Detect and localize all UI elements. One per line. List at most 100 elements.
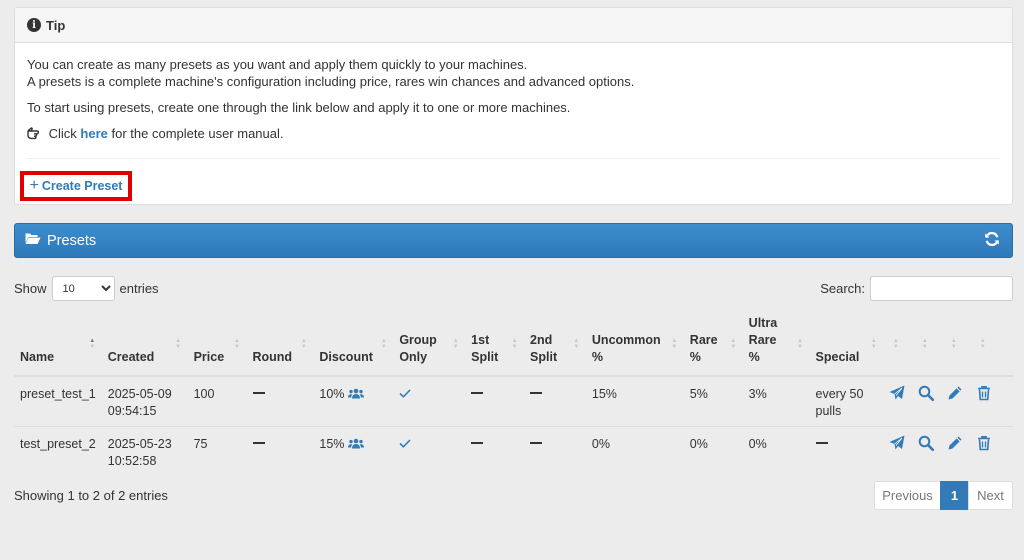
next-button[interactable]: Next: [968, 481, 1013, 510]
cell-uncommon: 0%: [585, 426, 684, 476]
pagination: Previous 1 Next: [874, 481, 1013, 510]
cell-ultra-rare: 0%: [742, 426, 810, 476]
entries-select[interactable]: 10: [51, 276, 115, 301]
sort-icon: ▲ ▼: [452, 338, 459, 350]
send-icon[interactable]: [889, 435, 911, 451]
column-header-created[interactable]: Created ▲ ▼: [101, 312, 188, 377]
sort-icon: ▲ ▼: [380, 338, 387, 350]
table-row: preset_test_1 2025-05-09 09:54:15 100 10%…: [14, 376, 1013, 427]
column-header-special[interactable]: Special ▲ ▼: [809, 312, 884, 377]
search-icon[interactable]: [918, 435, 940, 451]
sort-icon: ▲ ▼: [234, 338, 240, 350]
divider: [27, 158, 1000, 159]
sort-icon: ▲ ▼: [671, 338, 678, 350]
cell-group-only: [393, 426, 466, 476]
page-1-button[interactable]: 1: [940, 481, 969, 510]
check-icon: [399, 437, 411, 451]
pointing-hand-icon: [27, 127, 43, 144]
column-header-ultra-rare[interactable]: Ultra Rare % ▲ ▼: [742, 312, 810, 377]
manual-link[interactable]: here: [80, 126, 107, 141]
presets-title: Presets: [47, 232, 97, 249]
search-label: Search:: [820, 281, 865, 296]
column-header-2nd-split[interactable]: 2nd Split ▲ ▼: [524, 312, 586, 377]
dash-icon: [530, 441, 543, 444]
tip-title: Tip: [46, 17, 66, 33]
cell-discount: 10%: [313, 376, 393, 427]
cell-1st-split: [465, 426, 525, 476]
cell-ultra-rare: 3%: [748, 387, 767, 401]
cell-created: 2025-05-23 10:52:58: [101, 426, 188, 476]
cell-round: [247, 376, 314, 427]
cell-price: 100: [193, 387, 215, 401]
tip-line-1: You can create as many presets as you wa…: [27, 57, 528, 72]
table-row: test_preset_2 2025-05-23 10:52:58 75 15% …: [14, 426, 1013, 476]
column-header-price[interactable]: Price ▲ ▼: [187, 312, 247, 377]
tip-line-2: A presets is a complete machine's config…: [27, 74, 635, 89]
sort-icon: ▲ ▼: [921, 338, 928, 350]
trash-icon[interactable]: [976, 385, 998, 401]
sort-icon: ▲ ▼: [870, 338, 877, 350]
sort-icon: ▲ ▼: [797, 338, 803, 350]
column-header-name[interactable]: Name ▲ ▼: [14, 312, 102, 377]
tip-panel: i Tip You can create as many presets as …: [14, 7, 1013, 205]
pencil-icon[interactable]: [947, 435, 969, 451]
search-icon[interactable]: [918, 385, 940, 401]
cell-actions: [883, 376, 1013, 427]
dash-icon: [815, 441, 828, 444]
presets-table: Name ▲ ▼ Created ▲ ▼ Price ▲ ▼ Round ▲ ▼ Dis…: [14, 312, 1013, 476]
cell-name: preset_test_1: [20, 387, 96, 401]
cell-uncommon: 15%: [591, 387, 617, 401]
dash-icon: [252, 391, 265, 394]
pencil-icon[interactable]: [947, 385, 969, 401]
entries-length-control: Show 10 entries: [14, 276, 159, 301]
plus-icon: +: [29, 177, 39, 194]
cell-1st-split: [465, 376, 524, 427]
dash-icon: [471, 391, 484, 394]
entries-label: entries: [119, 281, 159, 296]
trash-icon[interactable]: [976, 435, 998, 451]
tip-line-3: To start using presets, create one throu…: [27, 100, 571, 115]
previous-button[interactable]: Previous: [874, 481, 941, 510]
table-header-row: Name ▲ ▼ Created ▲ ▼ Price ▲ ▼ Round ▲ ▼ Dis…: [14, 312, 1013, 377]
column-header-rare[interactable]: Rare % ▲ ▼: [683, 312, 743, 377]
refresh-icon[interactable]: [984, 231, 1000, 251]
cell-actions: [883, 426, 1013, 476]
dash-icon: [530, 391, 543, 394]
sort-icon: ▲ ▼: [511, 338, 518, 350]
manual-prefix: Click: [48, 126, 77, 141]
check-icon: [399, 387, 411, 401]
search-control: Search:: [820, 276, 1013, 301]
tip-body: You can create as many presets as you wa…: [15, 43, 1012, 144]
send-icon[interactable]: [889, 385, 911, 401]
cell-rare: 0%: [683, 426, 743, 476]
cell-group-only: [393, 376, 465, 427]
sort-icon: ▲ ▼: [300, 338, 307, 350]
column-header-uncommon[interactable]: Uncommon % ▲ ▼: [585, 312, 684, 377]
column-header-1st-split[interactable]: 1st Split ▲ ▼: [465, 312, 525, 377]
presets-panel-header: Presets: [14, 223, 1013, 258]
column-header-actions: ▲ ▼ ▲ ▼ ▲ ▼ ▲ ▼: [883, 312, 1013, 377]
users-icon: [347, 387, 364, 404]
manual-suffix: for the complete user manual.: [111, 126, 284, 141]
create-preset-button[interactable]: + Create Preset: [20, 171, 132, 201]
folder-open-icon: [25, 232, 41, 249]
column-header-round[interactable]: Round ▲ ▼: [246, 312, 314, 377]
cell-2nd-split: [524, 376, 586, 427]
cell-rare: 5%: [689, 387, 708, 401]
column-header-discount[interactable]: Discount ▲ ▼: [313, 312, 394, 377]
cell-special: [809, 426, 884, 476]
cell-price: 75: [187, 426, 247, 476]
cell-2nd-split: [524, 426, 586, 476]
column-header-group-only[interactable]: Group Only ▲ ▼: [393, 312, 466, 377]
info-icon: i: [27, 18, 41, 32]
sort-icon: ▲ ▼: [573, 338, 580, 350]
cell-name: test_preset_2: [14, 426, 102, 476]
search-input[interactable]: [870, 276, 1013, 301]
table-info: Showing 1 to 2 of 2 entries: [14, 488, 168, 503]
dash-icon: [471, 441, 484, 444]
tip-header: i Tip: [15, 8, 1012, 43]
users-icon: [347, 437, 364, 454]
cell-special: every 50 pulls: [815, 387, 864, 418]
cell-created: 2025-05-09 09:54:15: [107, 387, 172, 418]
sort-icon: ▲ ▼: [979, 338, 986, 350]
